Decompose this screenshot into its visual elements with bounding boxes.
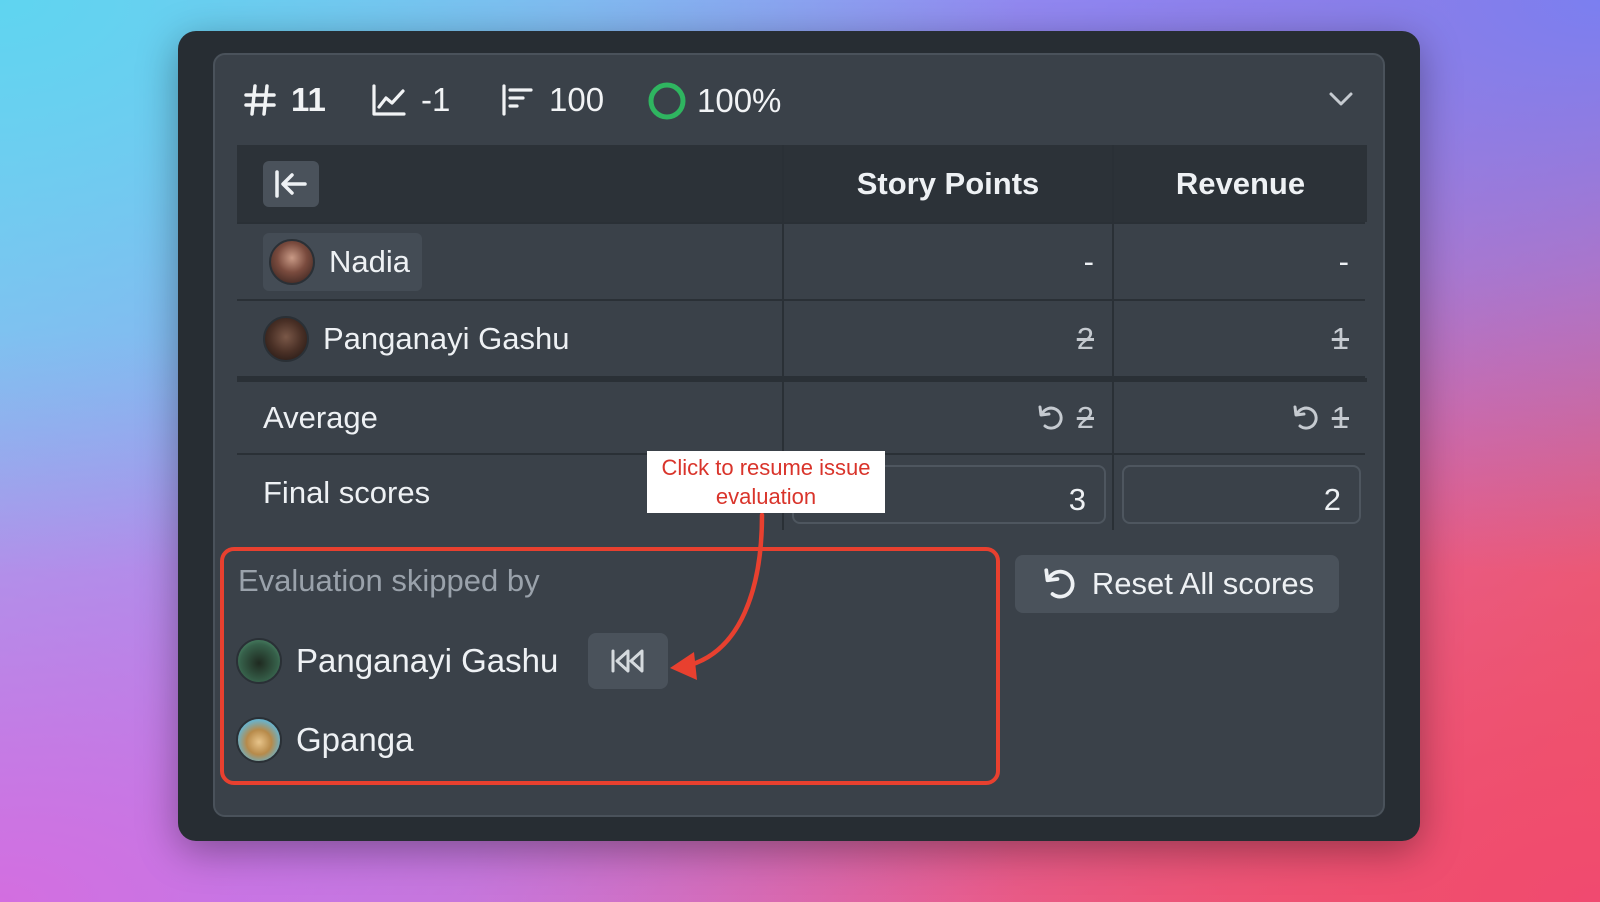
skipped-user-row: Gpanga [236,717,413,763]
table-row-name: Panganayi Gashu [237,301,782,376]
final-revenue-cell: 2 [1114,455,1367,530]
vote-story-points: 2 [784,301,1112,376]
column-header-story-points[interactable]: Story Points [784,145,1112,222]
resume-evaluation-button[interactable] [588,633,669,689]
struck-vote: 1 [1331,320,1349,356]
issue-number: 11 [291,81,326,118]
voter-chip[interactable]: Nadia [263,232,422,291]
progress-stat: 100% [647,81,781,121]
undo-icon[interactable] [1290,402,1322,434]
average-value: 1 [1331,399,1349,435]
annotation-callout: Click to resume issue evaluation [647,451,885,513]
avatar [236,717,282,763]
collapse-left-icon [275,169,307,198]
undo-icon [1044,568,1075,599]
undo-icon[interactable] [1035,402,1067,434]
progress-ring-icon [647,81,687,121]
trend-chart-icon [371,83,407,117]
struck-vote: 2 [1076,320,1094,356]
average-revenue: 1 [1114,378,1367,453]
average-value: 2 [1076,399,1094,435]
reset-all-scores-button[interactable]: Reset All scores [1015,555,1339,613]
table-row-name: Nadia [237,224,782,299]
chevron-down-icon[interactable] [1327,85,1355,118]
issue-number-stat: 11 [243,81,326,119]
table-header-name [237,145,782,222]
issue-stats-bar: 11 -1 100 100% [215,55,1383,145]
skipped-user-name: Panganayi Gashu [296,642,559,679]
final-revenue-input[interactable]: 2 [1122,465,1361,524]
progress-value: 100% [697,82,782,119]
average-label: Average [237,378,782,453]
voter-name: Panganayi Gashu [323,320,570,356]
skipped-section: Evaluation skipped by Panganayi Gashu Gp… [220,547,1000,785]
vote-revenue: 1 [1114,301,1367,376]
collapse-button[interactable] [263,160,319,207]
priority-value: 100 [549,81,605,118]
average-story-points: 2 [784,378,1112,453]
trend-stat: -1 [371,81,450,119]
skipped-user-row: Panganayi Gashu [236,633,669,689]
avatar [263,315,309,362]
hash-icon [243,83,277,117]
skipped-title: Evaluation skipped by [238,563,540,598]
column-header-revenue[interactable]: Revenue [1114,145,1367,222]
resume-icon [611,649,644,673]
skipped-user-name: Gpanga [296,721,414,758]
estimation-window: 11 -1 100 100% Story Points Revenue Nadi… [178,31,1420,841]
priority-bars-icon [501,83,535,117]
priority-stat: 100 [501,81,604,119]
vote-revenue: - [1114,224,1367,299]
vote-story-points: - [784,224,1112,299]
trend-value: -1 [421,81,451,118]
avatar [269,238,315,285]
reset-label: Reset All scores [1091,566,1315,601]
voter-name: Nadia [329,243,410,279]
estimation-panel: 11 -1 100 100% Story Points Revenue Nadi… [213,53,1385,817]
avatar [236,638,282,684]
